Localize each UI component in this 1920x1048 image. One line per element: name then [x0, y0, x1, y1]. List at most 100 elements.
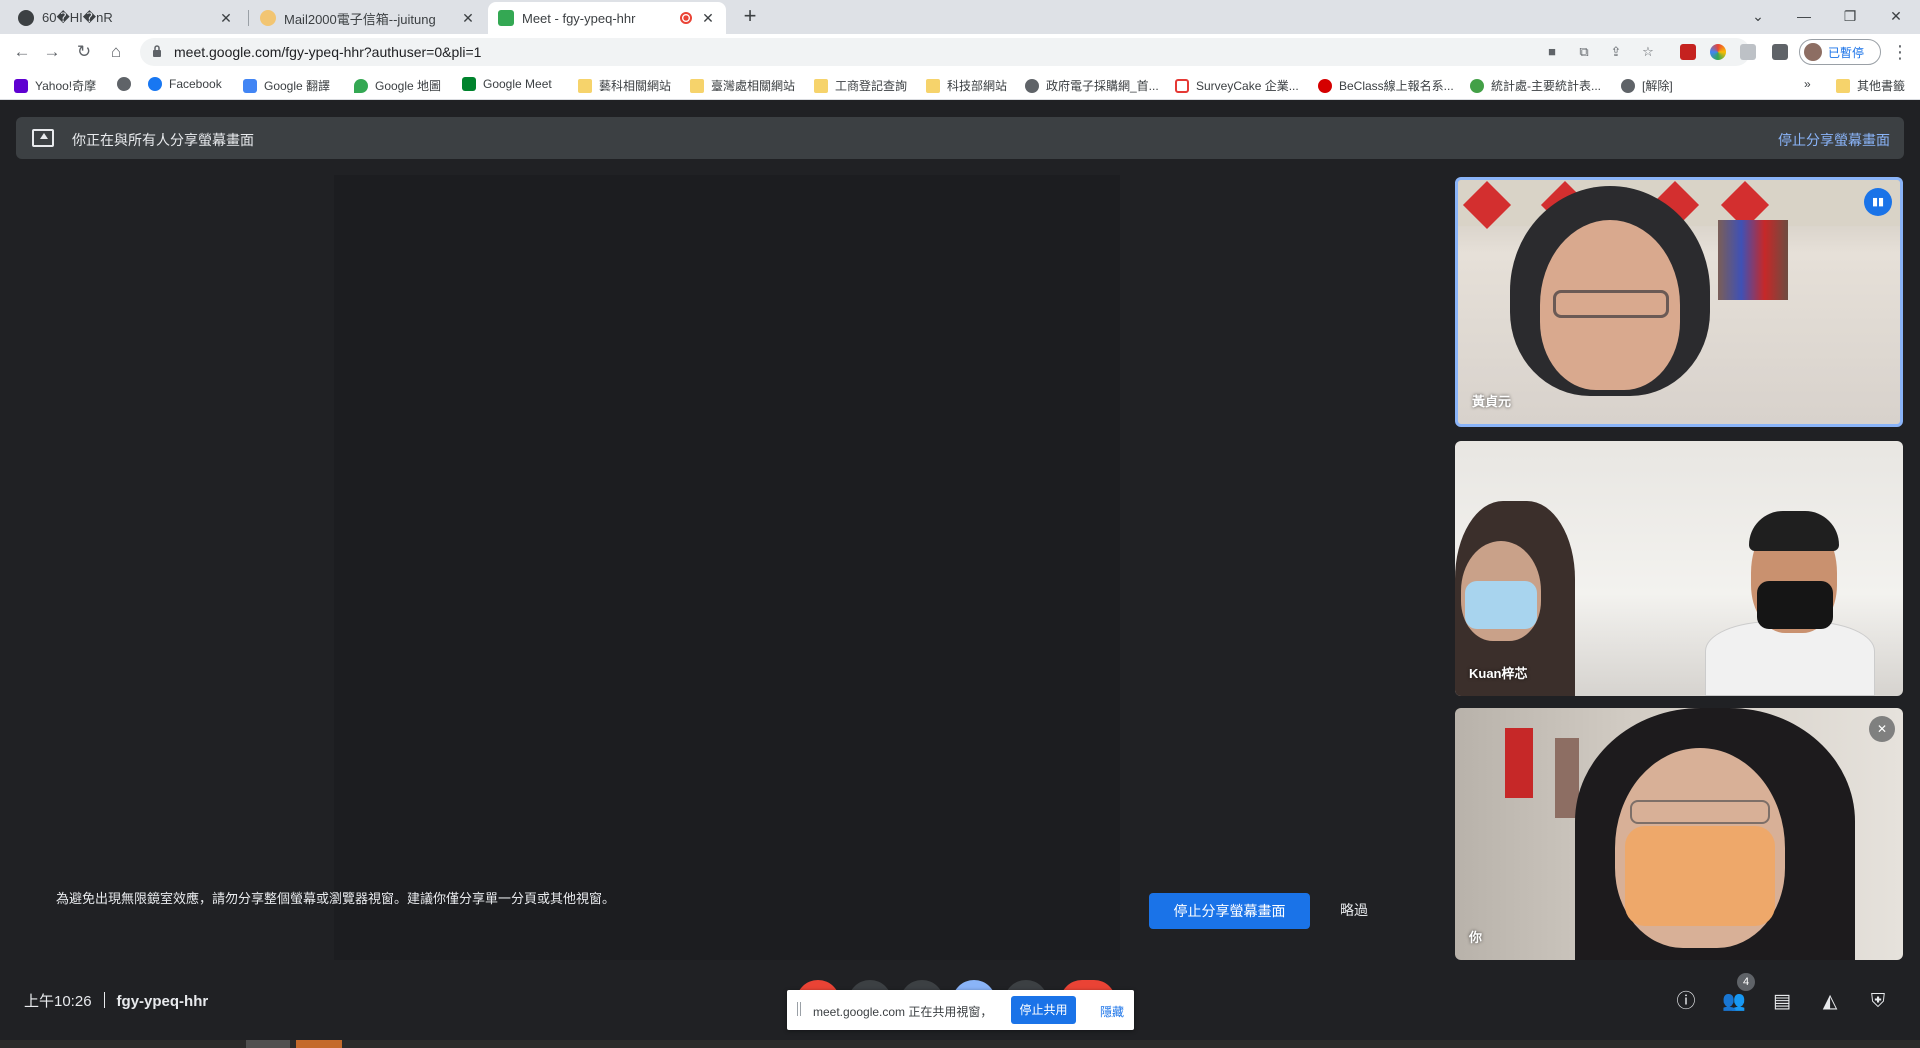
- meeting-details: 上午10:26 fgy-ypeq-hhr: [24, 990, 208, 1011]
- forward-button[interactable]: →: [40, 40, 64, 64]
- bookmark-item[interactable]: [117, 77, 138, 91]
- activities-icon[interactable]: ◭: [1816, 988, 1844, 1016]
- bookmark-item[interactable]: Google Meet: [462, 77, 552, 91]
- maps-icon: [354, 78, 368, 93]
- bookmark-item[interactable]: Yahoo!奇摩: [14, 77, 96, 94]
- open-in-new-icon[interactable]: ⧉: [1576, 44, 1592, 60]
- tab-strip: 60�HI�nR ✕ Mail2000電子信箱--juitung ✕ Meet …: [0, 0, 1920, 34]
- close-icon[interactable]: ✕: [218, 10, 234, 27]
- tab-1[interactable]: 60�HI�nR ✕: [8, 2, 244, 34]
- face-mask-image: [1757, 581, 1833, 629]
- back-button[interactable]: ←: [10, 40, 34, 64]
- extension-icon[interactable]: [1740, 44, 1756, 60]
- puzzle-icon[interactable]: [1772, 44, 1788, 60]
- tab-title: 60�HI�nR: [42, 10, 113, 25]
- participant-name: Kuan梓芯: [1469, 666, 1528, 681]
- bookshelf-image: [1718, 220, 1788, 300]
- bookmark-label: 工商登記查詢: [835, 79, 908, 93]
- bookmark-folder[interactable]: 科技部網站: [926, 77, 1007, 94]
- stats-icon: [1470, 78, 1484, 93]
- restore-button[interactable]: ❐: [1832, 4, 1868, 28]
- chrome-extension-icon[interactable]: [1710, 44, 1726, 60]
- bookmarks-overflow-button[interactable]: »: [1804, 77, 1811, 91]
- bookmark-item[interactable]: Google 地圖: [354, 77, 441, 94]
- globe-icon: [1621, 78, 1635, 93]
- participant-tile[interactable]: ▮▮ 黃貞元: [1455, 177, 1903, 427]
- acrobat-extension-icon[interactable]: [1680, 44, 1696, 60]
- bookmark-label: [解除]: [1642, 79, 1673, 93]
- bookmark-label: 統計處-主要統計表...: [1491, 79, 1601, 93]
- mail-icon: [260, 10, 276, 26]
- new-tab-button[interactable]: +: [738, 5, 762, 29]
- bookmark-folder[interactable]: 藝科相關網站: [578, 77, 671, 94]
- divider: [103, 992, 105, 1008]
- tab-title: Meet - fgy-ypeq-hhr: [522, 10, 636, 26]
- clock-time: 上午10:26: [24, 993, 92, 1010]
- drag-handle-icon[interactable]: [797, 1002, 801, 1016]
- bookmark-item[interactable]: Google 翻譯: [243, 77, 330, 94]
- address-bar[interactable]: meet.google.com/fgy-ypeq-hhr?authuser=0&…: [140, 38, 1750, 66]
- meeting-code: fgy-ypeq-hhr: [116, 993, 209, 1010]
- bookmark-label: SurveyCake 企業...: [1196, 79, 1299, 93]
- meeting-info-icon[interactable]: ⓘ: [1672, 988, 1700, 1016]
- bookmark-item[interactable]: 統計處-主要統計表...: [1470, 77, 1601, 94]
- facebook-icon: [148, 77, 162, 91]
- participant-tile[interactable]: ✕ 你: [1455, 708, 1903, 960]
- bookmark-folder[interactable]: 工商登記查詢: [814, 77, 907, 94]
- taskbar-app[interactable]: [246, 1040, 290, 1048]
- reload-button[interactable]: ↻: [72, 40, 96, 64]
- other-bookmarks-folder[interactable]: 其他書籤: [1836, 77, 1905, 94]
- stop-sharing-button[interactable]: 停止共用: [1011, 996, 1076, 1024]
- tab-search-icon[interactable]: ⌄: [1740, 4, 1776, 28]
- chat-icon[interactable]: ▤: [1768, 988, 1796, 1016]
- bookmark-item[interactable]: Facebook: [148, 77, 222, 91]
- folder-icon: [578, 78, 592, 93]
- profile-label: 已暫停: [1828, 45, 1865, 60]
- minimize-button[interactable]: —: [1786, 4, 1822, 28]
- bookmark-label: BeClass線上報名系...: [1339, 79, 1454, 93]
- meet-icon: [498, 10, 514, 26]
- globe-icon: [18, 10, 34, 26]
- bookmark-item[interactable]: SurveyCake 企業...: [1175, 77, 1299, 94]
- close-icon[interactable]: ✕: [460, 10, 476, 27]
- bookmark-label: 科技部網站: [947, 79, 1008, 93]
- mic-off-icon: ✕: [1869, 716, 1895, 742]
- avatar: [1804, 43, 1822, 61]
- participant-tile[interactable]: Kuan梓芯: [1455, 441, 1903, 696]
- hide-notification-button[interactable]: 隱藏: [1100, 1003, 1124, 1020]
- host-controls-icon[interactable]: ⛨: [1864, 988, 1892, 1016]
- speaking-indicator-icon: ▮▮: [1864, 188, 1892, 216]
- tab-divider: [248, 10, 249, 26]
- bookmark-label: 藝科相關網站: [599, 79, 672, 93]
- participant-count-badge: 4: [1737, 973, 1755, 991]
- recording-icon: [680, 12, 692, 24]
- more-menu-icon[interactable]: ⋮: [1890, 40, 1910, 64]
- bookmark-folder[interactable]: 臺灣處相關網站: [690, 77, 795, 94]
- bookmark-item[interactable]: 政府電子採購網_首...: [1025, 77, 1159, 94]
- warning-stop-sharing-button[interactable]: 停止分享螢幕畫面: [1149, 893, 1310, 929]
- participant-name: 你: [1469, 930, 1483, 945]
- warning-skip-button[interactable]: 略過: [1340, 900, 1368, 920]
- close-icon[interactable]: ✕: [700, 10, 716, 27]
- translate-icon: [243, 78, 257, 93]
- profile-button[interactable]: 已暫停: [1799, 39, 1881, 65]
- lock-icon: [153, 45, 161, 57]
- tab-title: Mail2000電子信箱--juitung: [284, 11, 436, 27]
- tab-meet[interactable]: Meet - fgy-ypeq-hhr ✕: [488, 2, 726, 34]
- people-icon[interactable]: 👥: [1720, 988, 1748, 1016]
- meet-icon: [462, 77, 476, 91]
- camera-icon[interactable]: ■: [1544, 44, 1560, 60]
- folder-icon: [814, 78, 828, 93]
- tab-2[interactable]: Mail2000電子信箱--juitung ✕: [250, 2, 486, 34]
- home-button[interactable]: ⌂: [104, 40, 128, 64]
- folder-icon: [926, 78, 940, 93]
- close-window-button[interactable]: ✕: [1878, 4, 1914, 28]
- taskbar-app[interactable]: [296, 1040, 342, 1048]
- overflow-chevron-icon: »: [1804, 77, 1811, 91]
- bookmark-item[interactable]: BeClass線上報名系...: [1318, 77, 1454, 94]
- bookmark-item[interactable]: [解除]: [1621, 77, 1673, 94]
- share-icon[interactable]: ⇪: [1608, 44, 1624, 60]
- stop-presenting-link[interactable]: 停止分享螢幕畫面: [1778, 130, 1890, 150]
- mirror-warning-text: 為避免出現無限鏡室效應，請勿分享整個螢幕或瀏覽器視窗。建議你僅分享單一分頁或其他…: [56, 891, 616, 906]
- bookmark-star-icon[interactable]: ☆: [1640, 44, 1656, 60]
